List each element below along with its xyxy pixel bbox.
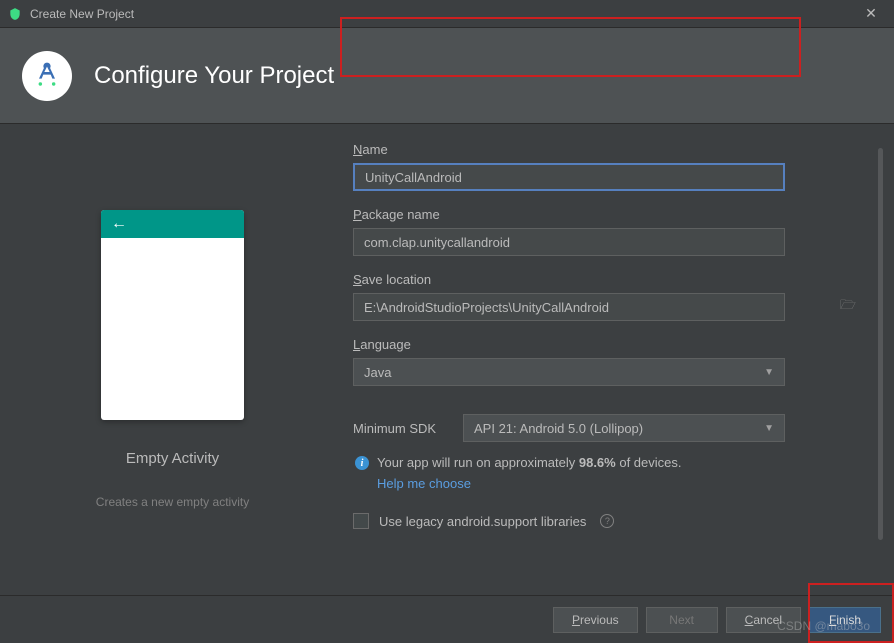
browse-folder-icon[interactable]: 🗁 [840, 296, 856, 318]
help-icon[interactable]: ? [600, 514, 614, 528]
wizard-footer: Previous Next Cancel Finish [0, 595, 894, 643]
legacy-libraries-row: Use legacy android.support libraries ? [353, 513, 866, 529]
preview-appbar: ← [101, 210, 244, 238]
legacy-libraries-label: Use legacy android.support libraries [379, 514, 586, 529]
chevron-down-icon: ▼ [764, 423, 774, 434]
help-me-choose-link[interactable]: Help me choose [377, 476, 682, 491]
language-label: Language [353, 337, 866, 352]
sdk-select[interactable]: API 21: Android 5.0 (Lollipop) ▼ [463, 414, 785, 442]
language-select[interactable]: Java ▼ [353, 358, 785, 386]
sdk-value: API 21: Android 5.0 (Lollipop) [474, 421, 643, 436]
previous-button[interactable]: Previous [553, 607, 638, 633]
name-input[interactable] [353, 163, 785, 191]
back-arrow-icon: ← [111, 215, 127, 233]
titlebar: Create New Project ✕ [0, 0, 894, 28]
package-group: Package name [353, 207, 866, 256]
template-name: Empty Activity [126, 450, 219, 467]
finish-button[interactable]: Finish [809, 607, 881, 633]
sdk-coverage-text: Your app will run on approximately 98.6%… [377, 455, 682, 470]
location-group: Save location 🗁 [353, 272, 866, 321]
wizard-header: Configure Your Project [0, 28, 894, 124]
form-scrollbar[interactable] [878, 148, 883, 540]
info-icon: i [355, 456, 369, 470]
activity-preview: ← [101, 210, 244, 420]
sdk-label: Minimum SDK [353, 421, 453, 436]
cancel-button[interactable]: Cancel [726, 607, 801, 633]
window-title: Create New Project [30, 7, 856, 21]
page-title: Configure Your Project [94, 62, 334, 90]
name-label: Name [353, 142, 866, 157]
form-panel: Name Package name Save location 🗁 Langua… [335, 142, 884, 594]
sdk-info: i Your app will run on approximately 98.… [353, 454, 866, 491]
next-button: Next [646, 607, 718, 633]
location-label: Save location [353, 272, 866, 287]
package-label: Package name [353, 207, 866, 222]
package-input[interactable] [353, 228, 785, 256]
content: ← Empty Activity Creates a new empty act… [0, 124, 894, 594]
location-input[interactable] [353, 293, 785, 321]
android-studio-icon [8, 7, 22, 21]
language-value: Java [364, 365, 391, 380]
language-group: Language Java ▼ [353, 337, 866, 386]
template-description: Creates a new empty activity [96, 495, 249, 509]
template-preview-panel: ← Empty Activity Creates a new empty act… [10, 142, 335, 594]
name-group: Name [353, 142, 866, 191]
close-icon[interactable]: ✕ [856, 5, 886, 22]
chevron-down-icon: ▼ [764, 367, 774, 378]
android-studio-logo-icon [22, 51, 72, 101]
sdk-group: Minimum SDK API 21: Android 5.0 (Lollipo… [353, 414, 866, 491]
legacy-libraries-checkbox[interactable] [353, 513, 369, 529]
